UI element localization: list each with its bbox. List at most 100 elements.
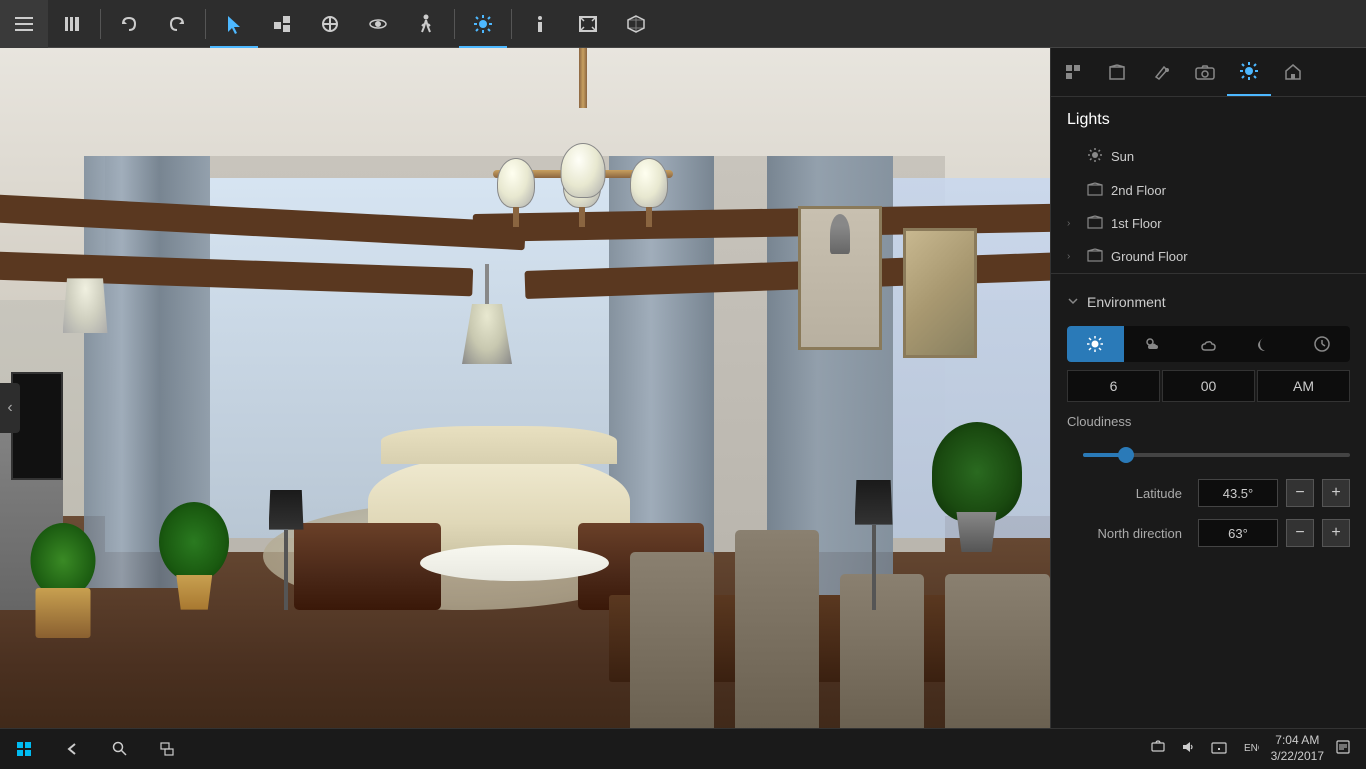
taskbar-language-icon[interactable]: ENG xyxy=(1239,740,1263,757)
rp-house-icon[interactable] xyxy=(1271,48,1315,96)
weather-clear-btn[interactable] xyxy=(1067,326,1124,362)
select-button[interactable] xyxy=(210,0,258,48)
search-button[interactable] xyxy=(96,729,144,769)
tree-item-sun[interactable]: Sun xyxy=(1051,139,1366,174)
north-plus-btn[interactable]: + xyxy=(1322,519,1350,547)
floor-tree-icon-ground xyxy=(1087,248,1103,265)
floor-lamp-1-pole xyxy=(284,530,288,610)
chandelier-body xyxy=(483,108,683,208)
taskbar: ENG 7:04 AM 3/22/2017 xyxy=(0,728,1366,768)
right-panel-icon-row xyxy=(1051,48,1366,97)
info-button[interactable] xyxy=(516,0,564,48)
top-toolbar xyxy=(0,0,1366,48)
rp-sun-icon[interactable] xyxy=(1227,48,1271,96)
task-view-button[interactable] xyxy=(144,729,192,769)
toolbar-separator-2 xyxy=(205,9,206,39)
taskbar-volume-icon[interactable] xyxy=(1177,740,1199,757)
plant-1-leaves xyxy=(159,502,229,582)
toolbar-separator-4 xyxy=(511,9,512,39)
weather-button-row xyxy=(1067,326,1350,362)
menu-button[interactable] xyxy=(0,0,48,48)
taskbar-clock: 7:04 AM 3/22/2017 xyxy=(1271,733,1324,764)
sun-button[interactable] xyxy=(459,0,507,48)
environment-header[interactable]: Environment xyxy=(1051,286,1366,318)
rp-properties-icon[interactable] xyxy=(1051,48,1095,96)
tree-item-2nd-floor[interactable]: 2nd Floor xyxy=(1051,174,1366,207)
weather-night-btn[interactable] xyxy=(1237,326,1294,362)
walk-button[interactable] xyxy=(402,0,450,48)
time-hour-box[interactable]: 6 xyxy=(1067,370,1160,402)
toolbar-separator xyxy=(100,9,101,39)
arrange-button[interactable] xyxy=(258,0,306,48)
draw-button[interactable] xyxy=(306,0,354,48)
dining-chair-2 xyxy=(735,530,819,732)
rp-floor-icon[interactable] xyxy=(1095,48,1139,96)
cloudiness-slider[interactable] xyxy=(1083,445,1350,465)
floor-lamp-2 xyxy=(872,480,893,610)
painting-1 xyxy=(798,206,882,350)
taskbar-action-center-icon[interactable] xyxy=(1332,740,1354,757)
taskbar-notification-icon[interactable] xyxy=(1147,740,1169,757)
bulb-3 xyxy=(630,158,668,208)
wall-lamp xyxy=(53,278,113,358)
weather-custom-btn[interactable] xyxy=(1293,326,1350,362)
tree-item-ground-floor[interactable]: › Ground Floor xyxy=(1051,240,1366,273)
latitude-row: Latitude − + xyxy=(1051,473,1366,513)
plant-3-pot xyxy=(36,588,91,638)
main-3d-view[interactable]: ‹ xyxy=(0,48,1050,768)
north-direction-row: North direction − + xyxy=(1051,513,1366,553)
weather-partly-btn[interactable] xyxy=(1124,326,1181,362)
north-minus-btn[interactable]: − xyxy=(1286,519,1314,547)
painting-1-figure xyxy=(830,214,850,254)
bulb-1 xyxy=(497,158,535,208)
dining-chair-1 xyxy=(630,552,714,732)
time-input-row: 6 00 AM xyxy=(1067,370,1350,402)
clock-time: 7:04 AM xyxy=(1271,733,1324,749)
left-panel-toggle[interactable]: ‹ xyxy=(0,383,20,433)
weather-cloudy-btn[interactable] xyxy=(1180,326,1237,362)
north-direction-input[interactable] xyxy=(1198,519,1278,547)
wall-lamp-shade xyxy=(63,278,108,333)
environment-title: Environment xyxy=(1087,294,1166,310)
clock-date: 3/22/2017 xyxy=(1271,749,1324,765)
plant-3 xyxy=(32,509,95,639)
latitude-input[interactable] xyxy=(1198,479,1278,507)
right-panel: Lights Sun 2nd Floor › 1st Floor › Groun… xyxy=(1050,48,1366,768)
taskbar-right-area: ENG 7:04 AM 3/22/2017 xyxy=(1147,733,1366,764)
cloudiness-slider-row xyxy=(1051,437,1366,473)
latitude-plus-btn[interactable]: + xyxy=(1322,479,1350,507)
rp-camera-icon[interactable] xyxy=(1183,48,1227,96)
latitude-minus-btn[interactable]: − xyxy=(1286,479,1314,507)
hang-shade xyxy=(462,304,512,364)
plant-2-pot xyxy=(952,512,1002,552)
toolbar-separator-3 xyxy=(454,9,455,39)
plant-2 xyxy=(935,372,1019,552)
latitude-label: Latitude xyxy=(1067,486,1182,501)
tree-sun-label: Sun xyxy=(1111,149,1350,164)
slider-thumb[interactable] xyxy=(1118,447,1134,463)
floor-lamp-1 xyxy=(284,490,304,610)
rp-paint-icon[interactable] xyxy=(1139,48,1183,96)
coffee-table xyxy=(420,545,609,581)
cloudiness-row: Cloudiness xyxy=(1051,406,1366,437)
cube-button[interactable] xyxy=(612,0,660,48)
tree-ground-floor-label: Ground Floor xyxy=(1111,249,1350,264)
tree-item-1st-floor[interactable]: › 1st Floor xyxy=(1051,207,1366,240)
expand-icon-ground: › xyxy=(1067,251,1079,262)
environment-expand-icon xyxy=(1067,294,1079,310)
view3d-button[interactable] xyxy=(354,0,402,48)
chandelier xyxy=(473,48,693,208)
scene-viewport xyxy=(0,48,1050,768)
library-button[interactable] xyxy=(48,0,96,48)
cloudiness-label: Cloudiness xyxy=(1067,414,1157,429)
dining-chair-4 xyxy=(945,574,1050,732)
plant-2-leaves xyxy=(932,422,1022,522)
time-minute-box[interactable]: 00 xyxy=(1162,370,1255,402)
time-ampm-box[interactable]: AM xyxy=(1257,370,1350,402)
back-button[interactable] xyxy=(48,729,96,769)
start-button[interactable] xyxy=(0,729,48,769)
undo-button[interactable] xyxy=(105,0,153,48)
frame-button[interactable] xyxy=(564,0,612,48)
taskbar-keyboard-icon[interactable] xyxy=(1207,741,1231,757)
redo-button[interactable] xyxy=(153,0,201,48)
